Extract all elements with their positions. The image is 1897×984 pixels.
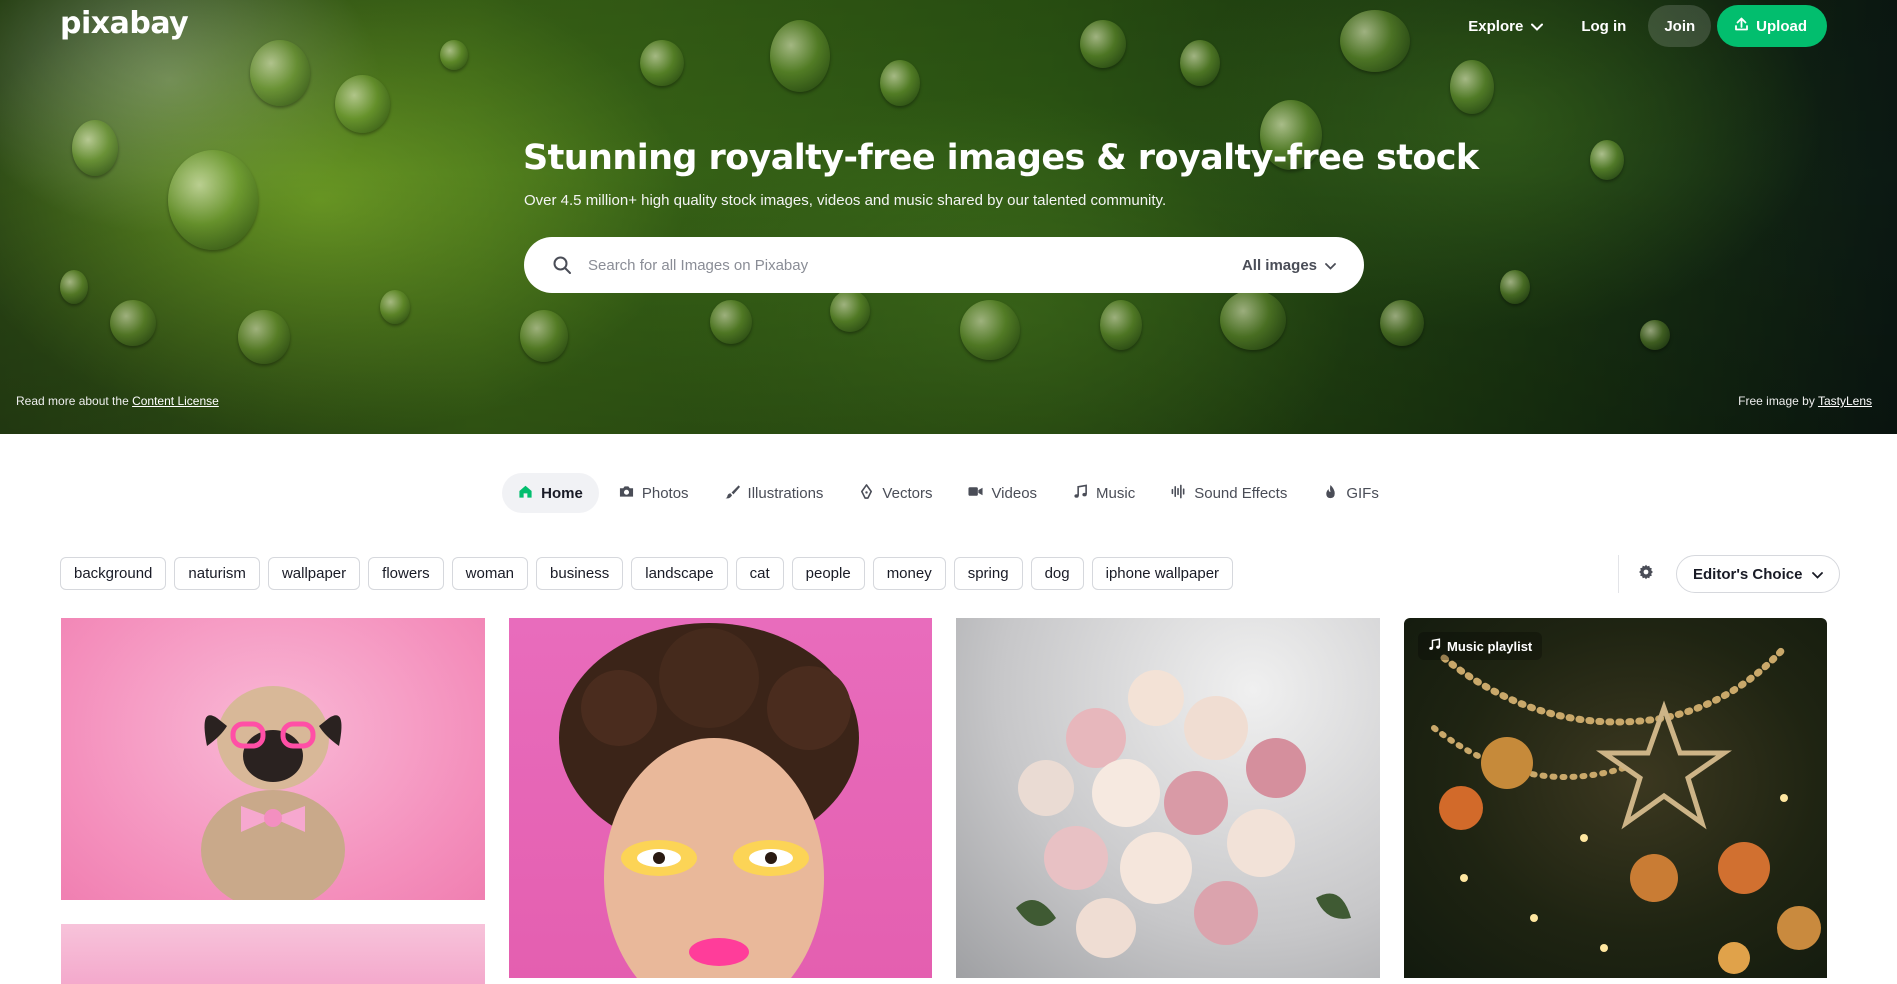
image-tile-pink[interactable] [61, 924, 485, 984]
tab-sound-effects[interactable]: Sound Effects [1155, 473, 1303, 513]
tab-gifs[interactable]: GIFs [1307, 473, 1395, 513]
pixabay-logo[interactable]: pixabay [60, 6, 189, 41]
tag-chip[interactable]: naturism [174, 557, 260, 590]
gear-icon [1638, 564, 1654, 585]
tag-chip[interactable]: money [872, 557, 946, 590]
search-bar: All images [524, 237, 1364, 293]
tag-chip[interactable]: woman [451, 557, 529, 590]
suggested-tags: background naturism wallpaper flowers wo… [60, 557, 1234, 590]
brush-icon [725, 484, 740, 503]
tag-chip[interactable]: people [791, 557, 865, 590]
upload-button[interactable]: Upload [1717, 5, 1827, 47]
search-type-label: All images [1241, 256, 1317, 274]
license-note: Read more about the Content License [16, 394, 219, 408]
content-license-link[interactable]: Content License [132, 394, 219, 408]
music-note-icon [1428, 638, 1441, 654]
tab-label: Videos [991, 484, 1038, 502]
image-tile-portrait[interactable] [509, 618, 932, 978]
explore-label: Explore [1468, 17, 1524, 35]
top-navigation: Explore Log in Join Upload [1452, 5, 1827, 47]
tag-chip[interactable]: business [536, 557, 624, 590]
flame-icon [1323, 484, 1338, 503]
upload-icon [1735, 17, 1749, 35]
waveform-icon [1171, 484, 1186, 503]
roses-illustration [1016, 670, 1351, 958]
settings-button[interactable] [1628, 557, 1664, 591]
tab-photos[interactable]: Photos [603, 473, 705, 513]
explore-menu[interactable]: Explore [1452, 5, 1559, 47]
chevron-down-icon [1531, 18, 1544, 35]
login-link[interactable]: Log in [1565, 5, 1642, 47]
tag-chip[interactable]: landscape [631, 557, 728, 590]
playlist-badge-label: Music playlist [1447, 638, 1533, 654]
tab-label: Sound Effects [1194, 484, 1288, 502]
image-tile-christmas-tree[interactable]: Music playlist [1404, 618, 1827, 978]
tag-chip[interactable]: iphone wallpaper [1091, 557, 1234, 590]
pug-illustration [201, 686, 345, 900]
tag-chip[interactable]: cat [735, 557, 784, 590]
music-note-icon [1073, 483, 1088, 503]
media-type-tabs: Home Photos Illustrations Vectors Videos… [0, 473, 1897, 513]
video-icon [968, 484, 983, 503]
tab-home[interactable]: Home [502, 473, 599, 513]
tab-label: GIFs [1346, 484, 1379, 502]
hero-subtitle: Over 4.5 million+ high quality stock ima… [524, 192, 1167, 209]
tag-chip[interactable]: background [60, 557, 167, 590]
pen-nib-icon [859, 483, 874, 503]
hero-banner: pixabay Explore Log in Join Upload Stunn… [0, 0, 1897, 434]
sort-dropdown[interactable]: Editor's Choice [1676, 555, 1841, 593]
chevron-down-icon [1812, 566, 1824, 583]
tag-chip[interactable]: wallpaper [267, 557, 361, 590]
tab-label: Illustrations [747, 484, 824, 502]
hero-overlay [0, 0, 1897, 434]
hero-title: Stunning royalty-free images & royalty-f… [523, 138, 1479, 178]
tab-illustrations[interactable]: Illustrations [709, 473, 840, 513]
image-credit: Free image by TastyLens [1738, 394, 1872, 408]
credit-author-link[interactable]: TastyLens [1818, 394, 1872, 408]
search-type-dropdown[interactable]: All images [1242, 257, 1336, 274]
search-input[interactable] [588, 256, 1242, 274]
tag-chip[interactable]: spring [953, 557, 1023, 590]
chevron-down-icon [1325, 257, 1336, 274]
license-prefix: Read more about the [16, 394, 133, 408]
upload-label: Upload [1756, 17, 1807, 35]
tab-label: Photos [641, 484, 689, 502]
tab-label: Music [1096, 484, 1136, 502]
tag-chip[interactable]: flowers [368, 557, 444, 590]
tab-videos[interactable]: Videos [952, 473, 1053, 513]
credit-prefix: Free image by [1738, 394, 1818, 408]
image-tile-pug[interactable] [61, 618, 485, 900]
christmas-illustration [1431, 644, 1821, 974]
tab-label: Home [541, 484, 583, 502]
tab-vectors[interactable]: Vectors [843, 473, 948, 513]
home-icon [518, 484, 533, 503]
tab-label: Vectors [882, 484, 933, 502]
image-tile-roses[interactable] [956, 618, 1380, 978]
sort-label: Editor's Choice [1693, 565, 1803, 583]
tab-music[interactable]: Music [1057, 473, 1151, 513]
camera-icon [619, 484, 634, 503]
music-playlist-badge: Music playlist [1418, 632, 1543, 660]
search-icon[interactable] [552, 255, 572, 275]
tag-chip[interactable]: dog [1030, 557, 1084, 590]
filter-divider [1618, 555, 1619, 593]
join-button[interactable]: Join [1648, 5, 1712, 47]
portrait-illustration [559, 623, 859, 978]
